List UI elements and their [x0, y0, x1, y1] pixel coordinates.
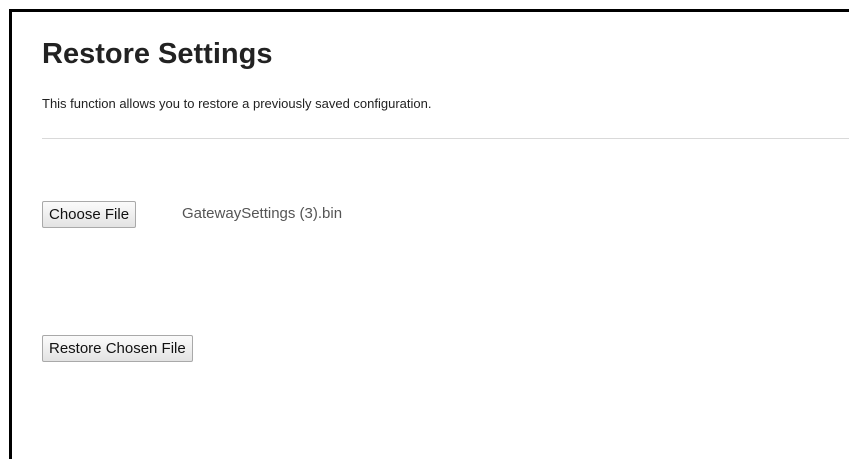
divider — [42, 138, 849, 139]
restore-chosen-file-button[interactable]: Restore Chosen File — [42, 335, 193, 362]
choose-file-button[interactable]: Choose File — [42, 201, 137, 228]
page-description: This function allows you to restore a pr… — [42, 96, 432, 111]
content-frame — [9, 9, 849, 459]
selected-file-name: GatewaySettings (3).bin — [182, 205, 343, 222]
page-title: Restore Settings — [42, 38, 273, 70]
